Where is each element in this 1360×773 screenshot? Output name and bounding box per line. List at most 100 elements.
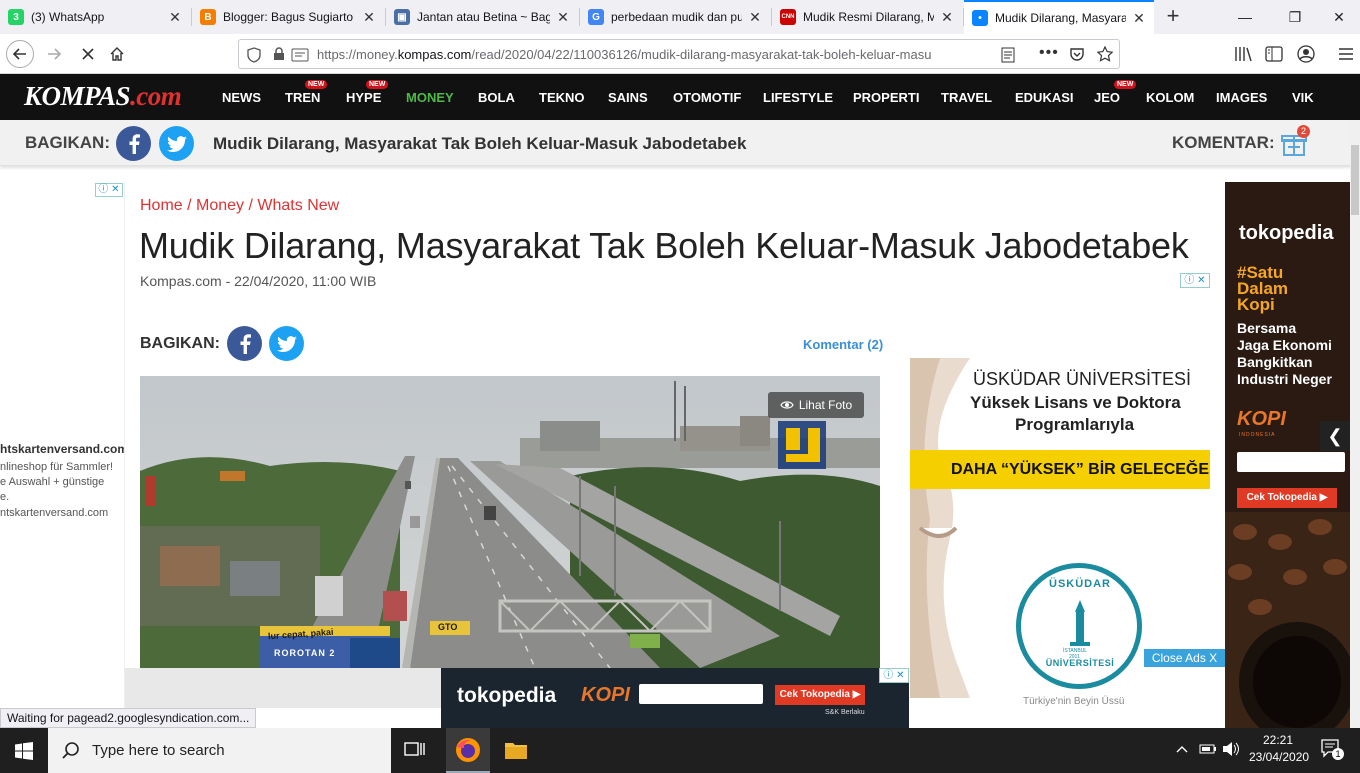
browser-tab[interactable]: • Mudik Dilarang, Masyara ✕	[964, 0, 1154, 34]
breadcrumb-money[interactable]: Money	[196, 197, 244, 214]
right-ad-cta-button[interactable]: Cek Tokopedia ▶	[1237, 488, 1337, 508]
menu-item-tren[interactable]: TREN	[285, 90, 320, 105]
seal-text-bottom: ÜNİVERSİTESİ	[1045, 658, 1115, 668]
browser-tab[interactable]: CNN Mudik Resmi Dilarang, M ✕	[772, 0, 962, 34]
tab-close-icon[interactable]: ✕	[556, 9, 570, 26]
action-center-button[interactable]: 1	[1320, 738, 1346, 764]
forward-arrow-icon	[48, 48, 62, 60]
breadcrumb-whats-new[interactable]: Whats New	[257, 197, 339, 214]
firefox-taskbar-button[interactable]	[446, 728, 490, 773]
bookmark-star-icon[interactable]	[1097, 46, 1113, 62]
reader-view-icon[interactable]	[1001, 47, 1015, 63]
menu-item-otomotif[interactable]: OTOMOTIF	[673, 90, 741, 105]
task-view-button[interactable]	[404, 740, 428, 762]
seal-text-top: ÜSKÜDAR	[1049, 578, 1111, 590]
show-hidden-icons-icon[interactable]	[1176, 744, 1188, 754]
browser-tab[interactable]: ▣ Jantan atau Betina ~ Bagu ✕	[386, 0, 578, 34]
menu-item-properti[interactable]: PROPERTI	[853, 90, 919, 105]
clock-time[interactable]: 22:21	[1263, 733, 1293, 747]
account-icon[interactable]	[1297, 45, 1315, 63]
page-scrollbar[interactable]	[1350, 120, 1360, 728]
ad-choices-icon[interactable]: ⓘ ✕	[95, 183, 123, 197]
bottom-cta-button[interactable]: Cek Tokopedia ▶	[775, 685, 865, 705]
menu-item-edukasi[interactable]: EDUKASI	[1015, 90, 1074, 105]
facebook-share-button[interactable]	[116, 126, 151, 161]
start-button[interactable]	[0, 728, 48, 773]
taskbar-search-box[interactable]: Type here to search	[48, 728, 391, 773]
uskudar-banner[interactable]: DAHA “YÜKSEK” BİR GELECEĞE	[910, 450, 1210, 489]
pocket-icon[interactable]	[1069, 47, 1085, 62]
clock-date[interactable]: 23/04/2020	[1249, 750, 1309, 764]
menu-item-money[interactable]: MONEY	[406, 90, 454, 105]
breadcrumb-home[interactable]: Home	[140, 197, 183, 214]
menu-item-hype[interactable]: HYPE	[346, 90, 381, 105]
right-tokopedia-ad[interactable]: tokopedia #Satu Dalam Kopi Bersama Jaga …	[1225, 182, 1350, 728]
tab-close-icon[interactable]: ✕	[748, 9, 762, 26]
article-meta: Kompas.com - 22/04/2020, 11:00 WIB	[140, 273, 377, 289]
left-side-ad[interactable]: ⓘ ✕ htskartenversand.com nlineshop für S…	[0, 182, 125, 728]
close-ads-button[interactable]: Close Ads X	[1144, 649, 1225, 667]
ad-choices-icon-3[interactable]: ⓘ ✕	[879, 668, 909, 683]
window-close-button[interactable]: ✕	[1316, 0, 1360, 34]
menu-item-jeo[interactable]: JEO	[1094, 90, 1120, 105]
menu-item-vik[interactable]: VIK	[1292, 90, 1314, 105]
volume-icon[interactable]	[1222, 741, 1240, 757]
komentar-label[interactable]: KOMENTAR:	[1172, 133, 1275, 153]
page-actions-icon[interactable]: •••	[1039, 44, 1059, 62]
gift-count-badge: 2	[1297, 125, 1310, 138]
menu-item-tekno[interactable]: TEKNO	[539, 90, 585, 105]
menu-item-news[interactable]: NEWS	[222, 90, 261, 105]
menu-item-travel[interactable]: TRAVEL	[941, 90, 992, 105]
stop-loading-button[interactable]	[74, 40, 102, 68]
coffee-beans-image	[1225, 512, 1350, 728]
sidebar-icon[interactable]	[1265, 46, 1283, 62]
ad-choices-icon-2[interactable]: ⓘ ✕	[1180, 273, 1210, 288]
forward-button[interactable]	[40, 40, 68, 68]
breadcrumb: Home / Money / Whats New	[140, 197, 340, 214]
home-icon	[110, 47, 124, 61]
hamburger-menu-icon[interactable]	[1338, 47, 1354, 61]
menu-item-kolom[interactable]: KOLOM	[1146, 90, 1194, 105]
bottom-ad-small-print: S&K Berlaku	[825, 709, 865, 716]
tab-close-icon[interactable]: ✕	[362, 9, 376, 26]
bottom-tokopedia-ad[interactable]: tokopedia KOPI Cek Tokopedia ▶ S&K Berla…	[441, 668, 909, 728]
article-photo[interactable]: lur cepat, pakai GTO ROROTAN 2 Lihat Fot…	[140, 376, 880, 668]
left-ad-domain[interactable]: htskartenversand.com	[0, 442, 124, 456]
left-ad-domain-2[interactable]: ntskartenversand.com	[0, 507, 108, 519]
lihat-foto-button[interactable]: Lihat Foto	[768, 392, 864, 418]
task-view-icon	[404, 742, 425, 756]
maximize-button[interactable]: ❐	[1272, 0, 1318, 34]
tab-close-icon[interactable]: ✕	[1132, 10, 1146, 27]
seal-year: 2011	[1069, 654, 1080, 660]
facebook-share-button-inline[interactable]	[227, 326, 262, 361]
new-tab-button[interactable]: +	[1160, 4, 1186, 30]
twitter-share-button[interactable]	[159, 126, 194, 161]
carousel-prev-button[interactable]: ❮	[1320, 421, 1350, 451]
home-button[interactable]	[103, 40, 131, 68]
twitter-share-button-inline[interactable]	[269, 326, 304, 361]
minimize-button[interactable]: —	[1222, 0, 1268, 34]
komentar-link[interactable]: Komentar (2)	[803, 337, 883, 352]
menu-item-lifestyle[interactable]: LIFESTYLE	[763, 90, 833, 105]
scrollbar-thumb[interactable]	[1351, 145, 1359, 215]
taskbar-search-placeholder: Type here to search	[92, 742, 225, 759]
browser-tab[interactable]: Gperbedaan mudik dan pul ✕	[580, 0, 770, 34]
bottom-kopi-logo: KOPI	[581, 684, 630, 706]
photo-sign-gto: GTO	[438, 622, 458, 632]
address-bar[interactable]: https://money.kompas.com/read/2020/04/22…	[238, 39, 1120, 69]
browser-tab[interactable]: B Blogger: Bagus Sugiarto ✕	[192, 0, 384, 34]
library-icon[interactable]	[1234, 46, 1252, 62]
back-button[interactable]	[6, 40, 34, 68]
browser-tab[interactable]: 3 (3) WhatsApp ✕	[0, 0, 190, 34]
menu-item-sains[interactable]: SAINS	[608, 90, 648, 105]
battery-icon[interactable]	[1199, 743, 1217, 755]
kompas-logo[interactable]: KOMPAS.com	[24, 81, 182, 112]
menu-item-images[interactable]: IMAGES	[1216, 90, 1267, 105]
kopi-indonesia-logo: KOPI	[1237, 408, 1286, 430]
file-explorer-taskbar-button[interactable]	[494, 728, 538, 773]
menu-item-bola[interactable]: BOLA	[478, 90, 515, 105]
tab-close-icon[interactable]: ✕	[940, 9, 954, 26]
tab-close-icon[interactable]: ✕	[168, 9, 182, 26]
gift-comment-button[interactable]: 2	[1281, 125, 1311, 159]
eye-icon	[780, 401, 794, 409]
